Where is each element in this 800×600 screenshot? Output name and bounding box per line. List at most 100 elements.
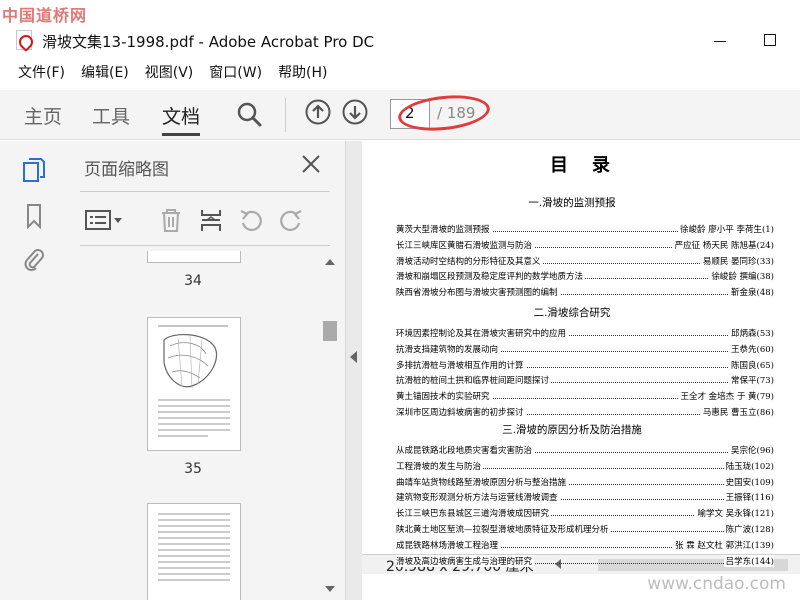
toc-entry-title: 抗滑支挡建筑物的发展动向 — [396, 342, 501, 355]
panel-divider — [80, 245, 330, 246]
toc-entry[interactable]: 从成昆铁路北段地质灾害看灾害防治 吴宗伦(96) — [396, 444, 774, 458]
toc-entry-author-page: 靳金泉(48) — [729, 286, 774, 299]
toc-entry-author-page: 徐峻龄 撰编(38) — [709, 270, 774, 283]
toc-entry-author-page: 王全才 金培杰 于 黄(79) — [678, 390, 774, 403]
toc-entry[interactable]: 抗滑桩的桩间土拱和临界桩间距问题探讨 常保平(73) — [396, 374, 774, 388]
toolbar-separator — [285, 98, 286, 132]
menu-file[interactable]: 文件(F) — [12, 60, 71, 84]
close-icon[interactable] — [300, 153, 322, 175]
toc-entry-title: 曲靖车站货物线路堑滑坡原因分析与整治措施 — [396, 475, 569, 488]
toc-entry-title: 黄茨大型滑坡的监测预报 — [396, 223, 492, 235]
toc-entry[interactable]: 曲靖车站货物线路堑滑坡原因分析与整治措施 史国安(109) — [396, 475, 774, 490]
scroll-down-arrow[interactable] — [325, 586, 335, 592]
collapse-arrow-icon[interactable] — [350, 351, 357, 363]
thumbnail-label: 35 — [184, 461, 202, 477]
title-bar: 滑坡文集13-1998.pdf - Adobe Acrobat Pro DC — [0, 22, 800, 58]
toc-entry[interactable]: 成昆铁路林场滑坡工程治理 张 霖 赵文杜 郭洪江(139) — [396, 538, 774, 553]
toc-entry[interactable]: 长江三峡巴东县城区三道沟滑坡成因研究 喻学文 吴永锋(121) — [396, 507, 774, 521]
next-page-icon[interactable] — [342, 99, 368, 125]
pdf-icon — [16, 30, 32, 50]
toc-entry[interactable]: 建筑物变形观测分析方法与运营线滑坡调查 王振铎(116) — [396, 491, 774, 505]
page-thumbnails-icon[interactable] — [22, 157, 46, 183]
toc-entry[interactable]: 黄土锚固技术的实验研究 王全才 金培杰 于 黄(79) — [396, 390, 774, 404]
panel-divider — [80, 191, 330, 192]
document-view[interactable]: 目录 一.滑坡的监测预报黄茨大型滑坡的监测预报 徐峻龄 廖小平 李荷生(1) 长江三… — [362, 141, 800, 600]
menu-edit[interactable]: 编辑(E) — [75, 60, 135, 84]
navigation-rail — [0, 141, 64, 600]
menu-window[interactable]: 窗口(W) — [203, 60, 268, 84]
toc-entry-title: 抗滑桩的桩间土拱和临界桩间距问题探讨 — [396, 374, 552, 387]
thumbnail-list: 34 35 — [64, 251, 322, 600]
toc-entry-title: 工程滑坡的发生与防治 — [396, 459, 484, 472]
rotate-ccw-icon[interactable] — [238, 207, 264, 233]
toc-entry-title: 多排抗滑桩与滑坡相互作用的计算 — [396, 358, 526, 371]
menu-view[interactable]: 视图(V) — [139, 60, 200, 84]
tab-home[interactable]: 主页 — [24, 102, 62, 136]
toc-entry[interactable]: 长江三峡库区黄腊石滑坡监测与防治 严应征 杨天民 陈旭基(24) — [396, 238, 774, 253]
toc-entry-title: 滑坡活动时空结构的分形特征及其意义 — [396, 254, 543, 267]
toc-entry-author-page: 王恭先(60) — [729, 342, 774, 355]
toc-entry-title: 长江三峡巴东县城区三道沟滑坡成因研究 — [396, 507, 552, 520]
toc-entry[interactable]: 抗滑支挡建筑物的发展动向 王恭先(60) — [396, 342, 774, 357]
panel-toolbar — [80, 203, 330, 237]
toc-entry[interactable]: 工程滑坡的发生与防治 陆玉珑(102) — [396, 459, 774, 474]
toc-entry-author-page: 徐峻龄 廖小平 李荷生(1) — [678, 223, 774, 235]
previous-page-icon[interactable] — [305, 99, 331, 125]
toc-entry-title: 建筑物变形观测分析方法与运营线滑坡调查 — [396, 491, 560, 504]
toc-entry-title: 长江三峡库区黄腊石滑坡监测与防治 — [396, 238, 535, 251]
trash-icon[interactable] — [158, 207, 184, 233]
toc-entry-title: 陕北黄土地区堑流—拉裂型滑坡地质特征及形成机理分析 — [396, 523, 611, 535]
toc-entry[interactable]: 陕北黄土地区堑流—拉裂型滑坡地质特征及形成机理分析 陈广波(128) — [396, 523, 774, 537]
toc-entry-author-page: 张 霖 赵文杜 郭洪江(139) — [673, 538, 774, 551]
toc-entry[interactable]: 多排抗滑桩与滑坡相互作用的计算 陈国良(65) — [396, 358, 774, 373]
toc-entry-author-page: 易顺民 晏同珍(33) — [700, 254, 774, 267]
thumbnail-page[interactable] — [147, 317, 241, 451]
scrollbar-thumb[interactable] — [323, 321, 337, 341]
toc-entry-title: 黄土锚固技术的实验研究 — [396, 390, 492, 403]
panel-collapse-strip[interactable] — [346, 141, 362, 600]
scroll-up-arrow[interactable] — [325, 259, 335, 265]
toc-entry-author-page: 邱炳森(53) — [729, 327, 774, 339]
toc-entry-author-page: 陈广波(128) — [723, 523, 774, 535]
toc-entry-author-page: 吕学东(144) — [723, 554, 774, 567]
toc-entry-title: 从成昆铁路北段地质灾害看灾害防治 — [396, 444, 535, 456]
thumbnail-panel: 页面缩略图 34 35 — [64, 141, 346, 600]
toc-entry[interactable]: 深圳市区周边斜坡病害的初步探讨 马惠民 曹玉立(86) — [396, 406, 774, 420]
maximize-button[interactable] — [758, 28, 782, 52]
toc-entry[interactable]: 滑坡活动时空结构的分形特征及其意义 易顺民 晏同珍(33) — [396, 254, 774, 269]
toc-section-heading: 二.滑坡综合研究 — [533, 307, 611, 319]
watermark-top: 中国道桥网 — [2, 6, 88, 25]
toc-entry-author-page: 陈国良(65) — [729, 358, 774, 371]
toc-entry-author-page: 严应征 杨天民 陈旭基(24) — [672, 238, 774, 251]
minimize-button[interactable] — [708, 28, 732, 52]
thumbnail-page[interactable] — [147, 503, 241, 600]
toc-entry-author-page: 史国安(109) — [723, 475, 774, 488]
menu-bar: 文件(F) 编辑(E) 视图(V) 窗口(W) 帮助(H) — [0, 60, 800, 84]
toc-section-heading: 三.滑坡的原因分析及防治措施 — [502, 424, 642, 436]
thumbnail-options-icon[interactable] — [84, 207, 124, 233]
tab-document[interactable]: 文档 — [162, 102, 201, 136]
attachment-icon[interactable] — [22, 247, 46, 273]
search-icon[interactable] — [236, 101, 262, 127]
thumbnail-scrollbar[interactable] — [320, 251, 340, 600]
toc-entry[interactable]: 滑坡和崩塌区段预测及稳定度评判的数学地质方法 徐峻龄 撰编(38) — [396, 270, 774, 284]
toc-entry[interactable]: 黄茨大型滑坡的监测预报 徐峻龄 廖小平 李荷生(1) — [396, 223, 774, 237]
toc-entry-title: 陕西省滑坡分布图与滑坡灾害预测图的编制 — [396, 286, 560, 299]
toc-section-heading: 一.滑坡的监测预报 — [528, 197, 616, 209]
tab-tools[interactable]: 工具 — [92, 102, 130, 136]
insert-pages-icon[interactable] — [198, 207, 224, 233]
window-title: 滑坡文集13-1998.pdf - Adobe Acrobat Pro DC — [42, 33, 375, 51]
document-heading: 目录 — [550, 155, 634, 176]
toc-entry-author-page: 马惠民 曹玉立(86) — [700, 406, 774, 418]
menu-help[interactable]: 帮助(H) — [272, 60, 333, 84]
toc-entry-author-page: 吴宗伦(96) — [729, 444, 774, 456]
rotate-cw-icon[interactable] — [278, 207, 304, 233]
panel-title: 页面缩略图 — [84, 160, 169, 180]
thumbnail-page[interactable] — [147, 251, 241, 263]
toc-entry-author-page: 陆玉珑(102) — [723, 459, 774, 472]
watermark-bottom: www.cndao.com — [647, 574, 786, 594]
bookmark-icon[interactable] — [22, 203, 46, 229]
toc-entry[interactable]: 环境因素控制论及其在滑坡灾害研究中的应用 邱炳森(53) — [396, 327, 774, 341]
toc-entry[interactable]: 陕西省滑坡分布图与滑坡灾害预测图的编制 靳金泉(48) — [396, 286, 774, 300]
toc-entry-title: 滑坡和崩塌区段预测及稳定度评判的数学地质方法 — [396, 270, 586, 283]
